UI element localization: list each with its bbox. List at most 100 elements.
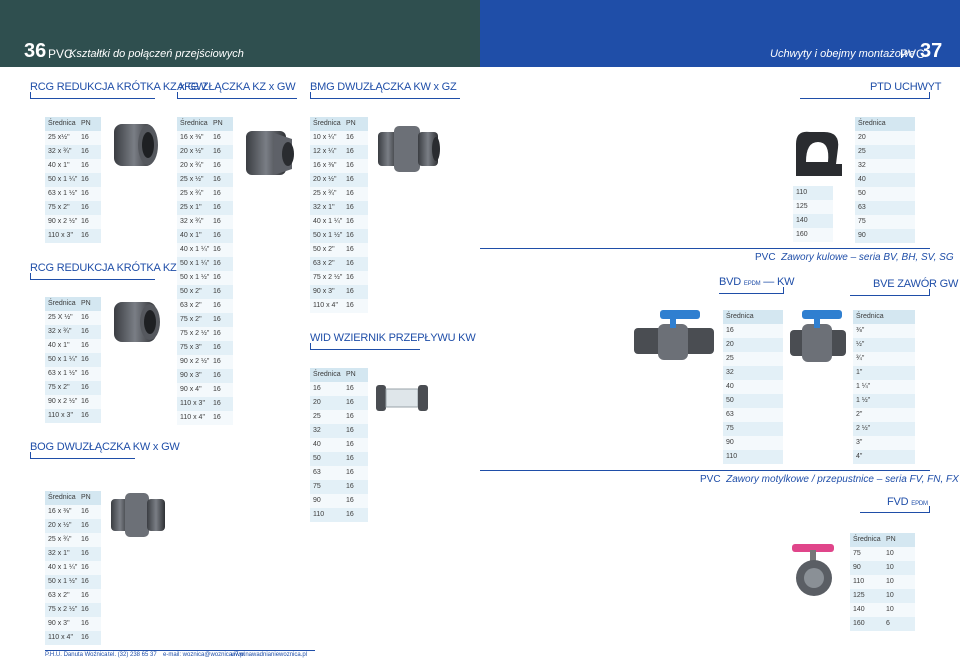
cell-pn: 16	[213, 400, 221, 407]
header-pn: PN	[81, 300, 91, 307]
table-row: 50	[723, 394, 783, 408]
cell-diameter: 32	[313, 427, 321, 434]
table-row: 75 x 2" 16	[177, 313, 233, 327]
cell-pn: 16	[81, 190, 89, 197]
underline	[850, 295, 930, 296]
cell-diameter: 125	[796, 203, 808, 210]
cell-pn: 10	[886, 592, 894, 599]
cell-pn: 16	[346, 148, 354, 155]
right-subtitle: Uchwyty i obejmy montażowe	[770, 48, 915, 60]
cell-diameter: 25	[726, 355, 734, 362]
cell-diameter: 50 x 1 ¼"	[180, 260, 210, 267]
cell-pn: 16	[213, 148, 221, 155]
table-row: 63 x 2" 16	[177, 299, 233, 313]
right-page-number: 37	[920, 40, 943, 62]
cell-diameter: 25	[313, 413, 321, 420]
cell-pn: 16	[346, 511, 354, 518]
cell-pn: 16	[346, 274, 354, 281]
cell-diameter: 90	[853, 564, 861, 571]
header-pn: PN	[886, 536, 896, 543]
cell-diameter: 50 x 2"	[180, 288, 202, 295]
banner-line	[480, 248, 930, 249]
cell-diameter: 90	[858, 232, 866, 239]
cell-pn: 16	[346, 204, 354, 211]
cell-pn: 16	[213, 218, 221, 225]
table-row: 110 x 4" 16	[177, 411, 233, 425]
cell-pn: 16	[346, 260, 354, 267]
table-row: 40 x 1 ¼" 16	[177, 243, 233, 257]
cell-diameter: 40	[313, 441, 321, 448]
cell-pn: 10	[886, 564, 894, 571]
table-row: 2 ½"	[853, 422, 915, 436]
cell-diameter: 140	[853, 606, 865, 613]
tick	[929, 92, 930, 98]
bvd-kw: — KW	[763, 276, 795, 288]
header-diameter: Średnica	[180, 120, 208, 127]
cell-diameter: 32 x 1"	[48, 550, 70, 557]
table-row: 3"	[853, 436, 915, 450]
table-row: 20	[855, 131, 915, 145]
table-row: 90 x 3" 16	[177, 369, 233, 383]
cell-pn: 16	[81, 634, 89, 641]
title-afg: AFG ZŁĄCZKA KZ x GW	[177, 81, 296, 93]
cell-diameter: 63 x 2"	[48, 592, 70, 599]
cell-pn: 10	[886, 550, 894, 557]
cell-pn: 6	[886, 620, 890, 627]
table-row: 90 x 3" 16	[310, 285, 368, 299]
pvc-reducer-photo-2	[114, 302, 160, 342]
cell-diameter: 63	[858, 204, 866, 211]
cell-pn: 16	[213, 176, 221, 183]
table-row: 90	[855, 229, 915, 243]
cell-diameter: 63 x 2"	[180, 302, 202, 309]
cell-pn: 16	[213, 274, 221, 281]
cell-diameter: 25 x½"	[48, 134, 70, 141]
cell-pn: 16	[81, 564, 89, 571]
table-row: 90 x 2 ½" 16	[45, 395, 101, 409]
cell-diameter: 32	[726, 369, 734, 376]
table-bmg: Średnica PN 10 x ¼" 16 12 x ¼" 16 16 x ⅜" 16 20 …	[310, 117, 368, 313]
cell-diameter: 75 x 2 ½"	[313, 274, 343, 281]
header-pn: PN	[346, 371, 356, 378]
table-row: 40 16	[310, 438, 368, 452]
cell-diameter: 2"	[856, 411, 863, 418]
cell-diameter: 16 x ⅜"	[313, 162, 337, 169]
cell-diameter: 90 x 4"	[180, 386, 202, 393]
table-row: 90 16	[310, 494, 368, 508]
footer-line	[45, 650, 315, 651]
bvd-epdm: EPDM	[743, 281, 761, 287]
table-row: 32 x ¾" 16	[45, 145, 101, 159]
bvd-code: BVD	[719, 276, 742, 288]
pvc-reducer-photo	[114, 124, 158, 166]
table-wid: Średnica PN 16 16 20 16 25 16 32 16 40 16 50 16 63 16 75…	[310, 368, 368, 522]
footer-company: P.H.U. Danuta Woźnica	[45, 652, 108, 658]
cell-diameter: 63 x 2"	[313, 260, 335, 267]
cell-diameter: 90 x 2 ½"	[180, 358, 210, 365]
tick	[929, 506, 930, 512]
footer-phone: tel. (32) 238 65 37	[108, 652, 157, 658]
table-row: 32 x ¾" 16	[177, 215, 233, 229]
table-row: 90 x 3" 16	[45, 617, 101, 631]
cell-diameter: 32	[858, 162, 866, 169]
cell-pn: 16	[346, 190, 354, 197]
table-row: 50 x 1 ¼" 16	[45, 173, 101, 187]
underline	[310, 349, 420, 350]
cell-diameter: 50 x 2"	[313, 246, 335, 253]
banner-pvc: PVC	[755, 252, 776, 263]
table-row: 63 x 1 ½" 16	[45, 187, 101, 201]
cell-pn: 16	[81, 620, 89, 627]
table-row: 110 x 4" 16	[45, 631, 101, 645]
table-row: 160	[793, 228, 833, 242]
banner-line	[480, 470, 930, 471]
cell-pn: 16	[346, 413, 354, 420]
cell-pn: 16	[213, 204, 221, 211]
table-row: 40 x 1 ¼" 16	[45, 561, 101, 575]
cell-diameter: 110 x 3"	[48, 412, 73, 419]
cell-diameter: 90 x 3"	[313, 288, 335, 295]
cell-diameter: 16 x ⅜"	[48, 508, 72, 515]
header-diameter: Średnica	[48, 494, 76, 501]
cell-diameter: 25 x ¾"	[180, 190, 204, 197]
fvd-code: FVD	[887, 496, 909, 508]
cell-pn: 16	[81, 148, 89, 155]
cell-diameter: 25 x ¾"	[48, 536, 72, 543]
table-row: 110 x 3" 16	[45, 409, 101, 423]
